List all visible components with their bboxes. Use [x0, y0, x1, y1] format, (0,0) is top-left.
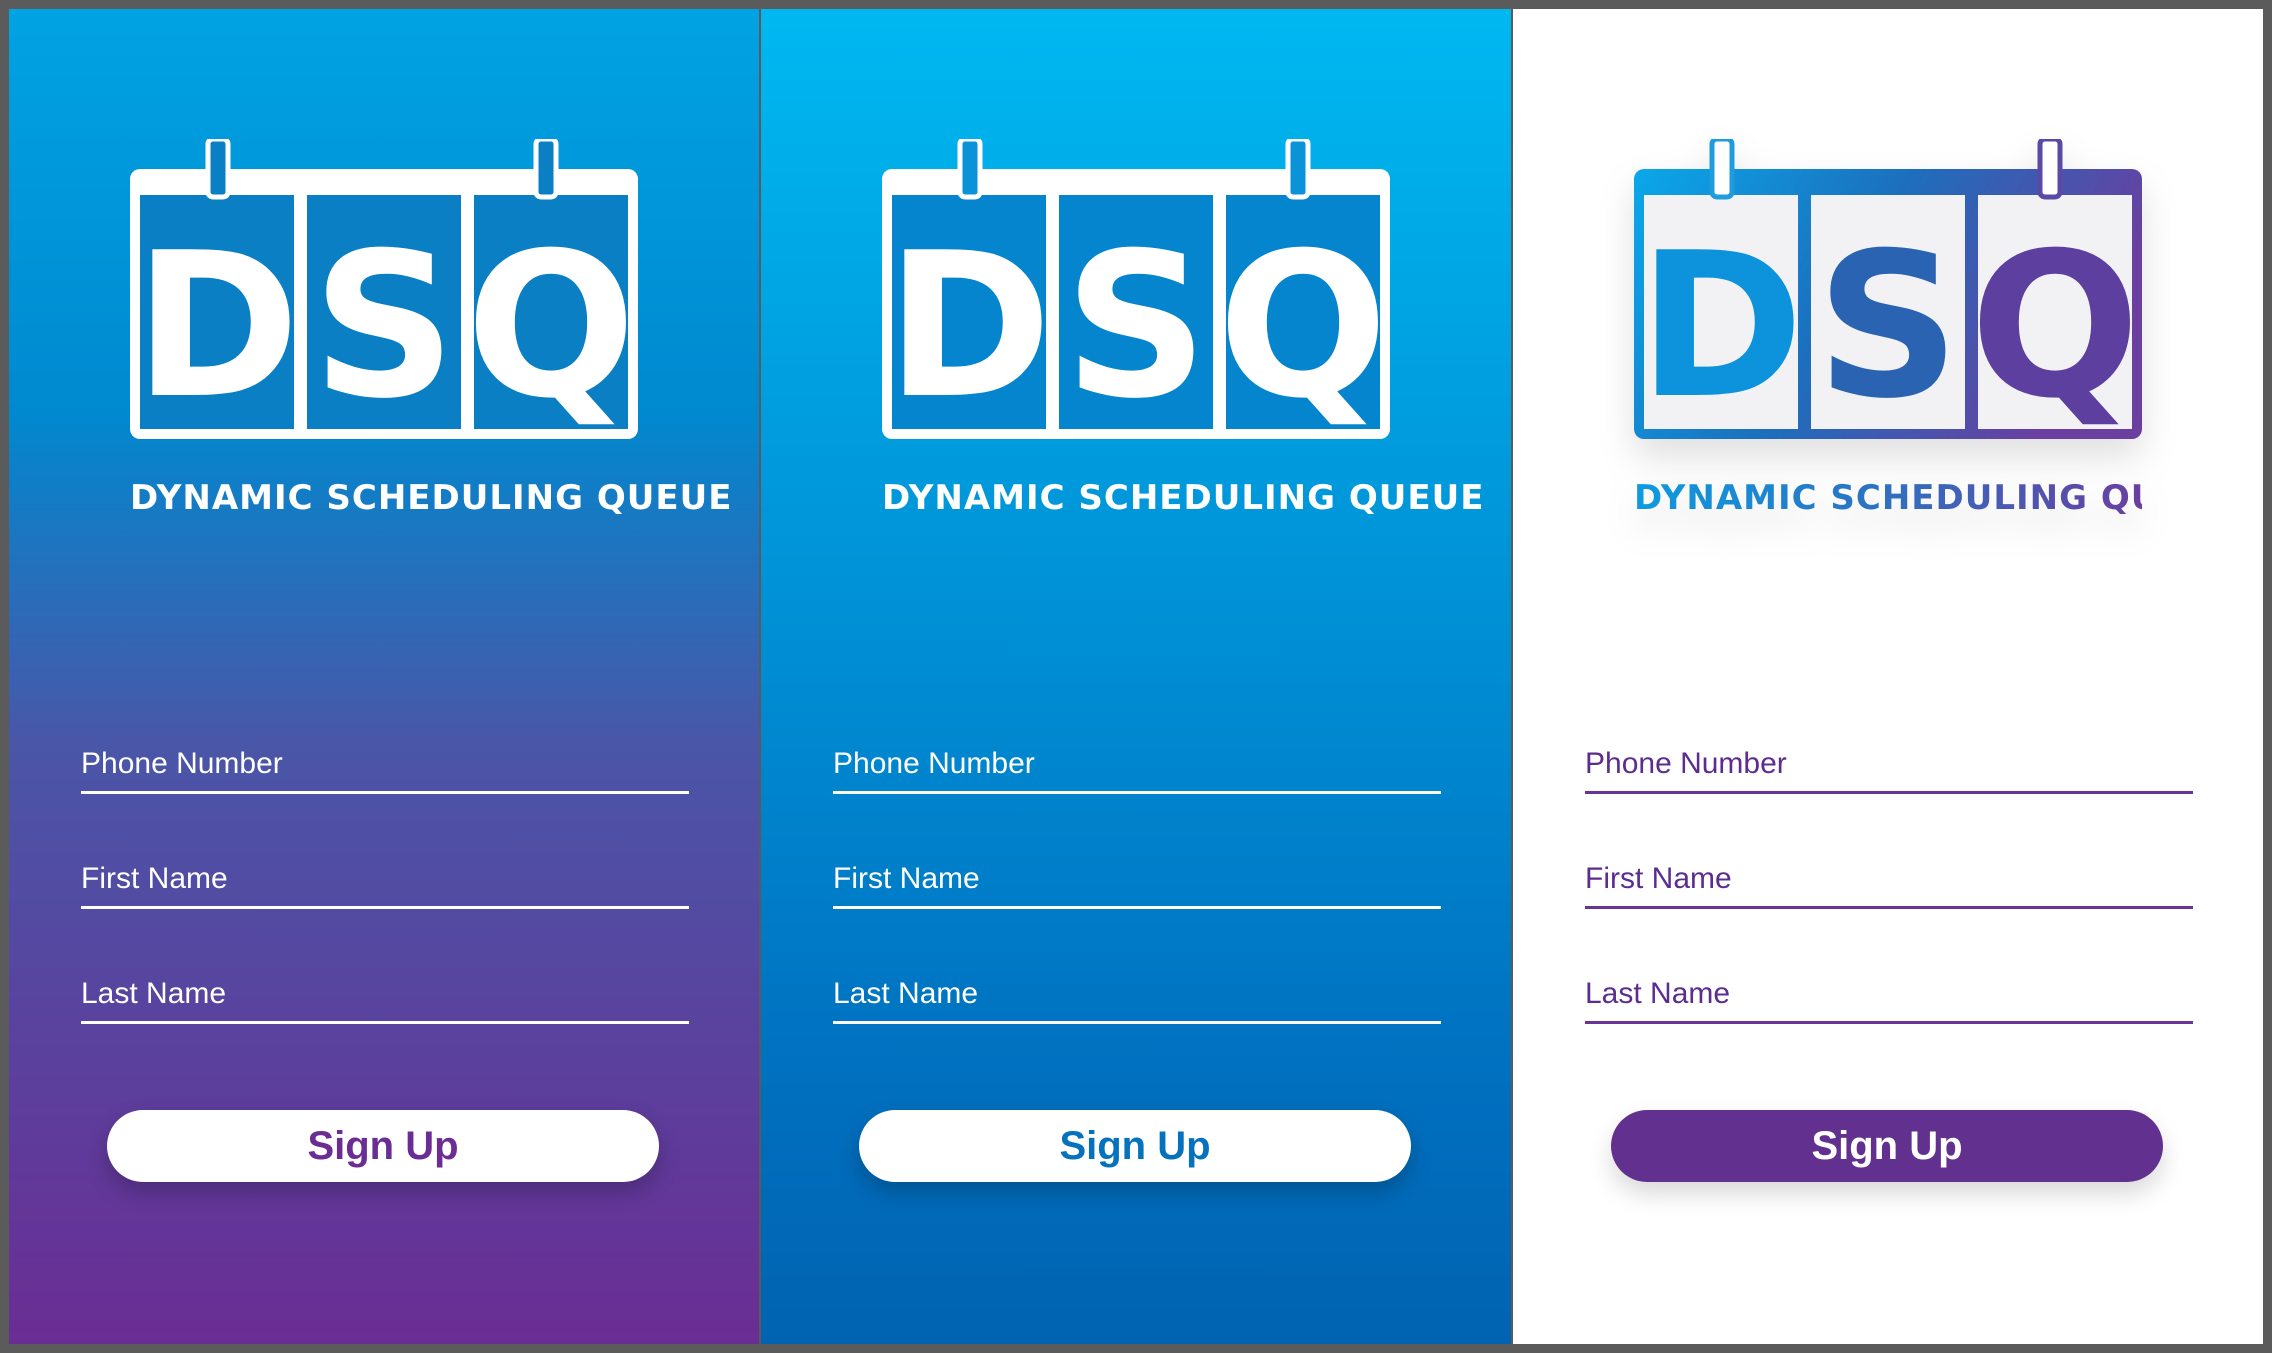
calendar-logo-icon: D S Q — [882, 139, 1390, 439]
last-name-input[interactable] — [81, 977, 689, 1011]
logo-letter-s: S — [1816, 210, 1960, 439]
logo-letter-q: Q — [1218, 210, 1388, 439]
sign-up-button[interactable]: Sign Up — [107, 1110, 659, 1182]
last-name-field[interactable] — [81, 974, 689, 1024]
first-name-field[interactable] — [1585, 859, 2193, 909]
logo-tagline: DYNAMIC SCHEDULING QUEUE — [130, 478, 733, 518]
signup-screen-blue: D S Q DYNAMIC SCHEDULING QUEUE Sign Up — [759, 9, 1511, 1344]
dsq-logo: D S Q DYNAMIC SCHEDULING QUEUE — [1634, 139, 2235, 518]
signup-screen-purple: D S Q DYNAMIC SCHEDULING QUEUE Sign Up — [9, 9, 759, 1344]
first-name-field[interactable] — [81, 859, 689, 909]
logo-letter-s: S — [312, 210, 456, 439]
logo-letter-s: S — [1064, 210, 1208, 439]
dsq-logo: D S Q DYNAMIC SCHEDULING QUEUE — [882, 139, 1483, 518]
logo-letter-q: Q — [1970, 210, 2140, 439]
mockup-frame: D S Q DYNAMIC SCHEDULING QUEUE Sign Up — [9, 9, 2263, 1344]
phone-input[interactable] — [1585, 747, 2193, 781]
phone-field[interactable] — [833, 744, 1441, 794]
first-name-input[interactable] — [833, 862, 1441, 896]
first-name-input[interactable] — [1585, 862, 2193, 896]
sign-up-button[interactable]: Sign Up — [1611, 1110, 2163, 1182]
phone-field[interactable] — [81, 744, 689, 794]
signup-screen-white: D S Q DYNAMIC SCHEDULING QUEUE Sign Up — [1511, 9, 2263, 1344]
logo-letter-q: Q — [466, 210, 636, 439]
calendar-logo-icon: D S Q — [1634, 139, 2142, 439]
last-name-field[interactable] — [833, 974, 1441, 1024]
logo-letter-d: D — [1638, 210, 1804, 439]
sign-up-button[interactable]: Sign Up — [859, 1110, 1411, 1182]
last-name-input[interactable] — [833, 977, 1441, 1011]
logo-letter-d: D — [134, 210, 300, 439]
calendar-logo-icon: D S Q — [130, 139, 638, 439]
logo-letter-d: D — [886, 210, 1052, 439]
phone-input[interactable] — [81, 747, 689, 781]
phone-field[interactable] — [1585, 744, 2193, 794]
logo-tagline: DYNAMIC SCHEDULING QUEUE — [1634, 478, 2237, 518]
last-name-input[interactable] — [1585, 977, 2193, 1011]
first-name-field[interactable] — [833, 859, 1441, 909]
phone-input[interactable] — [833, 747, 1441, 781]
last-name-field[interactable] — [1585, 974, 2193, 1024]
logo-tagline: DYNAMIC SCHEDULING QUEUE — [882, 478, 1485, 518]
first-name-input[interactable] — [81, 862, 689, 896]
dsq-logo: D S Q DYNAMIC SCHEDULING QUEUE — [130, 139, 731, 518]
